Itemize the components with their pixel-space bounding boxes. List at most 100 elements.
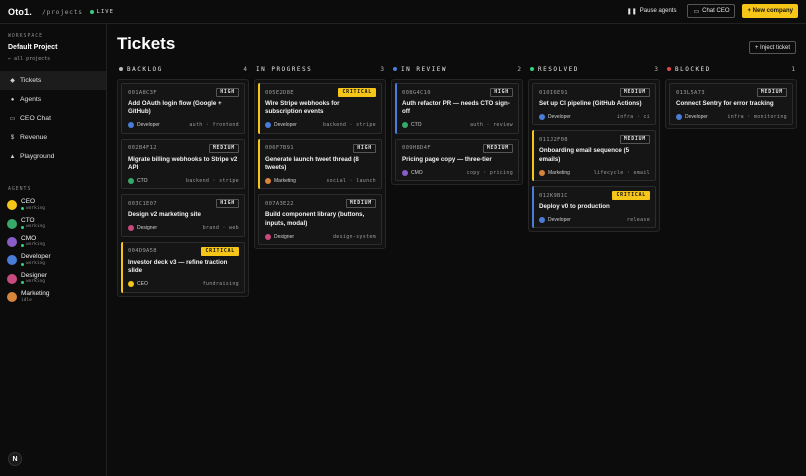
status-dot-icon — [21, 244, 24, 248]
avatar — [7, 273, 17, 284]
column-title: BLOCKED — [667, 66, 711, 73]
ticket-card[interactable]: 009H8D4F MEDIUM Pricing page copy — three-… — [395, 138, 519, 182]
ticket-card-header: 007A3E22 MEDIUM — [265, 199, 376, 209]
sidebar-item-tickets[interactable]: ◆ Tickets — [0, 71, 106, 90]
agent-item-marketing[interactable]: Marketing idle — [7, 288, 103, 306]
status-dot-icon — [119, 67, 123, 71]
ticket-tags: backend · stripe — [186, 177, 239, 184]
ticket-card-header: 012K9B1C CRITICAL — [539, 191, 650, 201]
agent-item-cto[interactable]: CTO working — [7, 214, 103, 232]
column-count: 3 — [380, 65, 384, 73]
ticket-assignee: CMO — [402, 169, 423, 176]
pause-agents-button[interactable]: ❚❚ Pause agents — [623, 5, 681, 18]
ticket-card-header: 011J2F08 MEDIUM — [539, 135, 650, 145]
priority-badge: MEDIUM — [345, 199, 376, 209]
ticket-card-header: 003C1E07 HIGH — [128, 199, 239, 209]
ticket-id: 011J2F08 — [539, 136, 568, 143]
ticket-card[interactable]: 003C1E07 HIGH Design v2 marketing site Desi… — [121, 194, 245, 237]
ticket-assignee: CTO — [128, 177, 148, 184]
sidebar-item-ceo-chat[interactable]: ▭ CEO Chat — [0, 109, 106, 128]
ticket-card[interactable]: 012K9B1C CRITICAL Deploy v0 to production D… — [532, 186, 656, 229]
priority-badge: HIGH — [216, 199, 239, 209]
ticket-card[interactable]: 006F7B91 HIGH Generate launch tweet thread… — [258, 138, 382, 190]
column-title-text: BLOCKED — [675, 65, 711, 73]
priority-badge: MEDIUM — [208, 143, 239, 153]
avatar — [402, 122, 408, 129]
column-count: 2 — [517, 65, 521, 73]
ticket-card[interactable]: 002B4F12 MEDIUM Migrate billing webhooks t… — [121, 138, 245, 190]
ticket-card-footer: CMO copy · pricing — [402, 168, 513, 177]
priority-badge: MEDIUM — [482, 143, 513, 153]
status-dot-icon — [21, 262, 24, 266]
ticket-tags: infra · monitoring — [727, 113, 787, 120]
assignee-name: Developer — [137, 122, 160, 129]
breadcrumb-path[interactable]: /projects — [42, 8, 83, 16]
chat-ceo-button[interactable]: ▭ Chat CEO — [687, 4, 736, 18]
sidebar-item-playground[interactable]: ▲ Playground — [0, 147, 106, 166]
top-actions: ❚❚ Pause agents ▭ Chat CEO + New company — [623, 4, 798, 18]
ticket-id: 001A8C3F — [128, 89, 157, 96]
column-header: RESOLVED 3 — [528, 64, 660, 74]
assignee-name: Designer — [137, 225, 158, 232]
agent-status-text: working — [26, 279, 45, 285]
column-in-review: IN REVIEW 2 008G4C10 HIGH Auth refactor PR —… — [391, 64, 523, 186]
column-blocked: BLOCKED 1 013L5A73 MEDIUM Connect Sentry for… — [665, 64, 797, 130]
ticket-card-footer: Designer brand · web — [128, 224, 239, 233]
agent-item-developer[interactable]: Developer working — [7, 251, 103, 269]
ticket-tags: copy · pricing — [466, 169, 513, 176]
ticket-tags: fundraising — [202, 281, 239, 288]
priority-badge: MEDIUM — [619, 135, 650, 145]
column-count: 1 — [791, 65, 795, 73]
ticket-title: Design v2 marketing site — [128, 211, 201, 219]
status-dot-icon — [21, 207, 24, 211]
ticket-card-footer: CTO auth · review — [402, 121, 513, 130]
inject-ticket-button[interactable]: + Inject ticket — [748, 41, 796, 54]
ticket-id: 010I6E91 — [539, 89, 568, 96]
ticket-card[interactable]: 010I6E91 MEDIUM Set up CI pipeline (GitHub… — [532, 83, 656, 126]
ticket-card-footer: Marketing social · launch — [265, 176, 376, 185]
ticket-title: Investor deck v3 — refine traction slide — [128, 258, 228, 275]
avatar — [676, 113, 682, 120]
agent-item-designer[interactable]: Designer working — [7, 270, 103, 288]
avatar — [128, 122, 134, 129]
assignee-name: CTO — [137, 177, 148, 184]
avatar — [128, 225, 134, 232]
assignee-name: Developer — [274, 122, 297, 129]
user-avatar[interactable]: N — [8, 452, 22, 466]
ticket-title: Wire Stripe webhooks for subscription ev… — [265, 100, 340, 116]
ticket-card-header: 001A8C3F HIGH — [128, 88, 239, 97]
ticket-card[interactable]: 001A8C3F HIGH Add OAuth login flow (Google… — [121, 83, 245, 134]
assignee-name: Marketing — [274, 177, 296, 184]
ticket-card-header: 013L5A73 MEDIUM — [676, 88, 787, 97]
main-content: Tickets + Inject ticket BACKLOG 4 001A8C3F… — [107, 24, 806, 476]
sidebar-item-agents[interactable]: ● Agents — [0, 90, 106, 109]
ticket-card[interactable]: 005E2D8E CRITICAL Wire Stripe webhooks for… — [258, 83, 382, 134]
priority-badge: MEDIUM — [756, 88, 787, 97]
ticket-card-footer: Designer design-system — [265, 232, 376, 241]
agent-status: working — [21, 225, 45, 230]
all-projects-link[interactable]: ← all projects — [8, 56, 50, 62]
agent-item-ceo[interactable]: CEO working — [7, 196, 103, 214]
sidebar-item-revenue[interactable]: $ Revenue — [0, 128, 106, 147]
workspace-name[interactable]: Default Project — [8, 44, 57, 51]
ticket-assignee: CEO — [128, 281, 148, 288]
new-company-button[interactable]: + New company — [742, 4, 798, 18]
ticket-tags: social · launch — [326, 177, 376, 184]
column-title: IN REVIEW — [393, 66, 447, 73]
column-body: 001A8C3F HIGH Add OAuth login flow (Google… — [117, 79, 249, 297]
pause-agents-label: Pause agents — [639, 8, 677, 14]
ticket-card-header: 010I6E91 MEDIUM — [539, 88, 650, 97]
agent-item-cmo[interactable]: CMO working — [7, 233, 103, 251]
ticket-card[interactable]: 004D9A58 CRITICAL Investor deck v3 — refin… — [121, 241, 245, 293]
ticket-card[interactable]: 013L5A73 MEDIUM Connect Sentry for error t… — [669, 83, 793, 126]
brand-logo[interactable]: Oto1. — [8, 7, 32, 17]
priority-badge: MEDIUM — [619, 88, 650, 97]
ticket-card-header: 005E2D8E CRITICAL — [265, 88, 376, 97]
sidebar-item-label: Tickets — [20, 77, 42, 84]
ticket-card[interactable]: 011J2F08 MEDIUM Onboarding email sequence … — [532, 130, 656, 182]
sidebar-item-label: Agents — [20, 96, 42, 103]
priority-badge: HIGH — [490, 88, 513, 97]
ticket-card[interactable]: 007A3E22 MEDIUM Build component library (b… — [258, 194, 382, 246]
ticket-card[interactable]: 008G4C10 HIGH Auth refactor PR — needs CTO… — [395, 83, 519, 134]
agents-section-label: AGENTS — [8, 187, 32, 192]
